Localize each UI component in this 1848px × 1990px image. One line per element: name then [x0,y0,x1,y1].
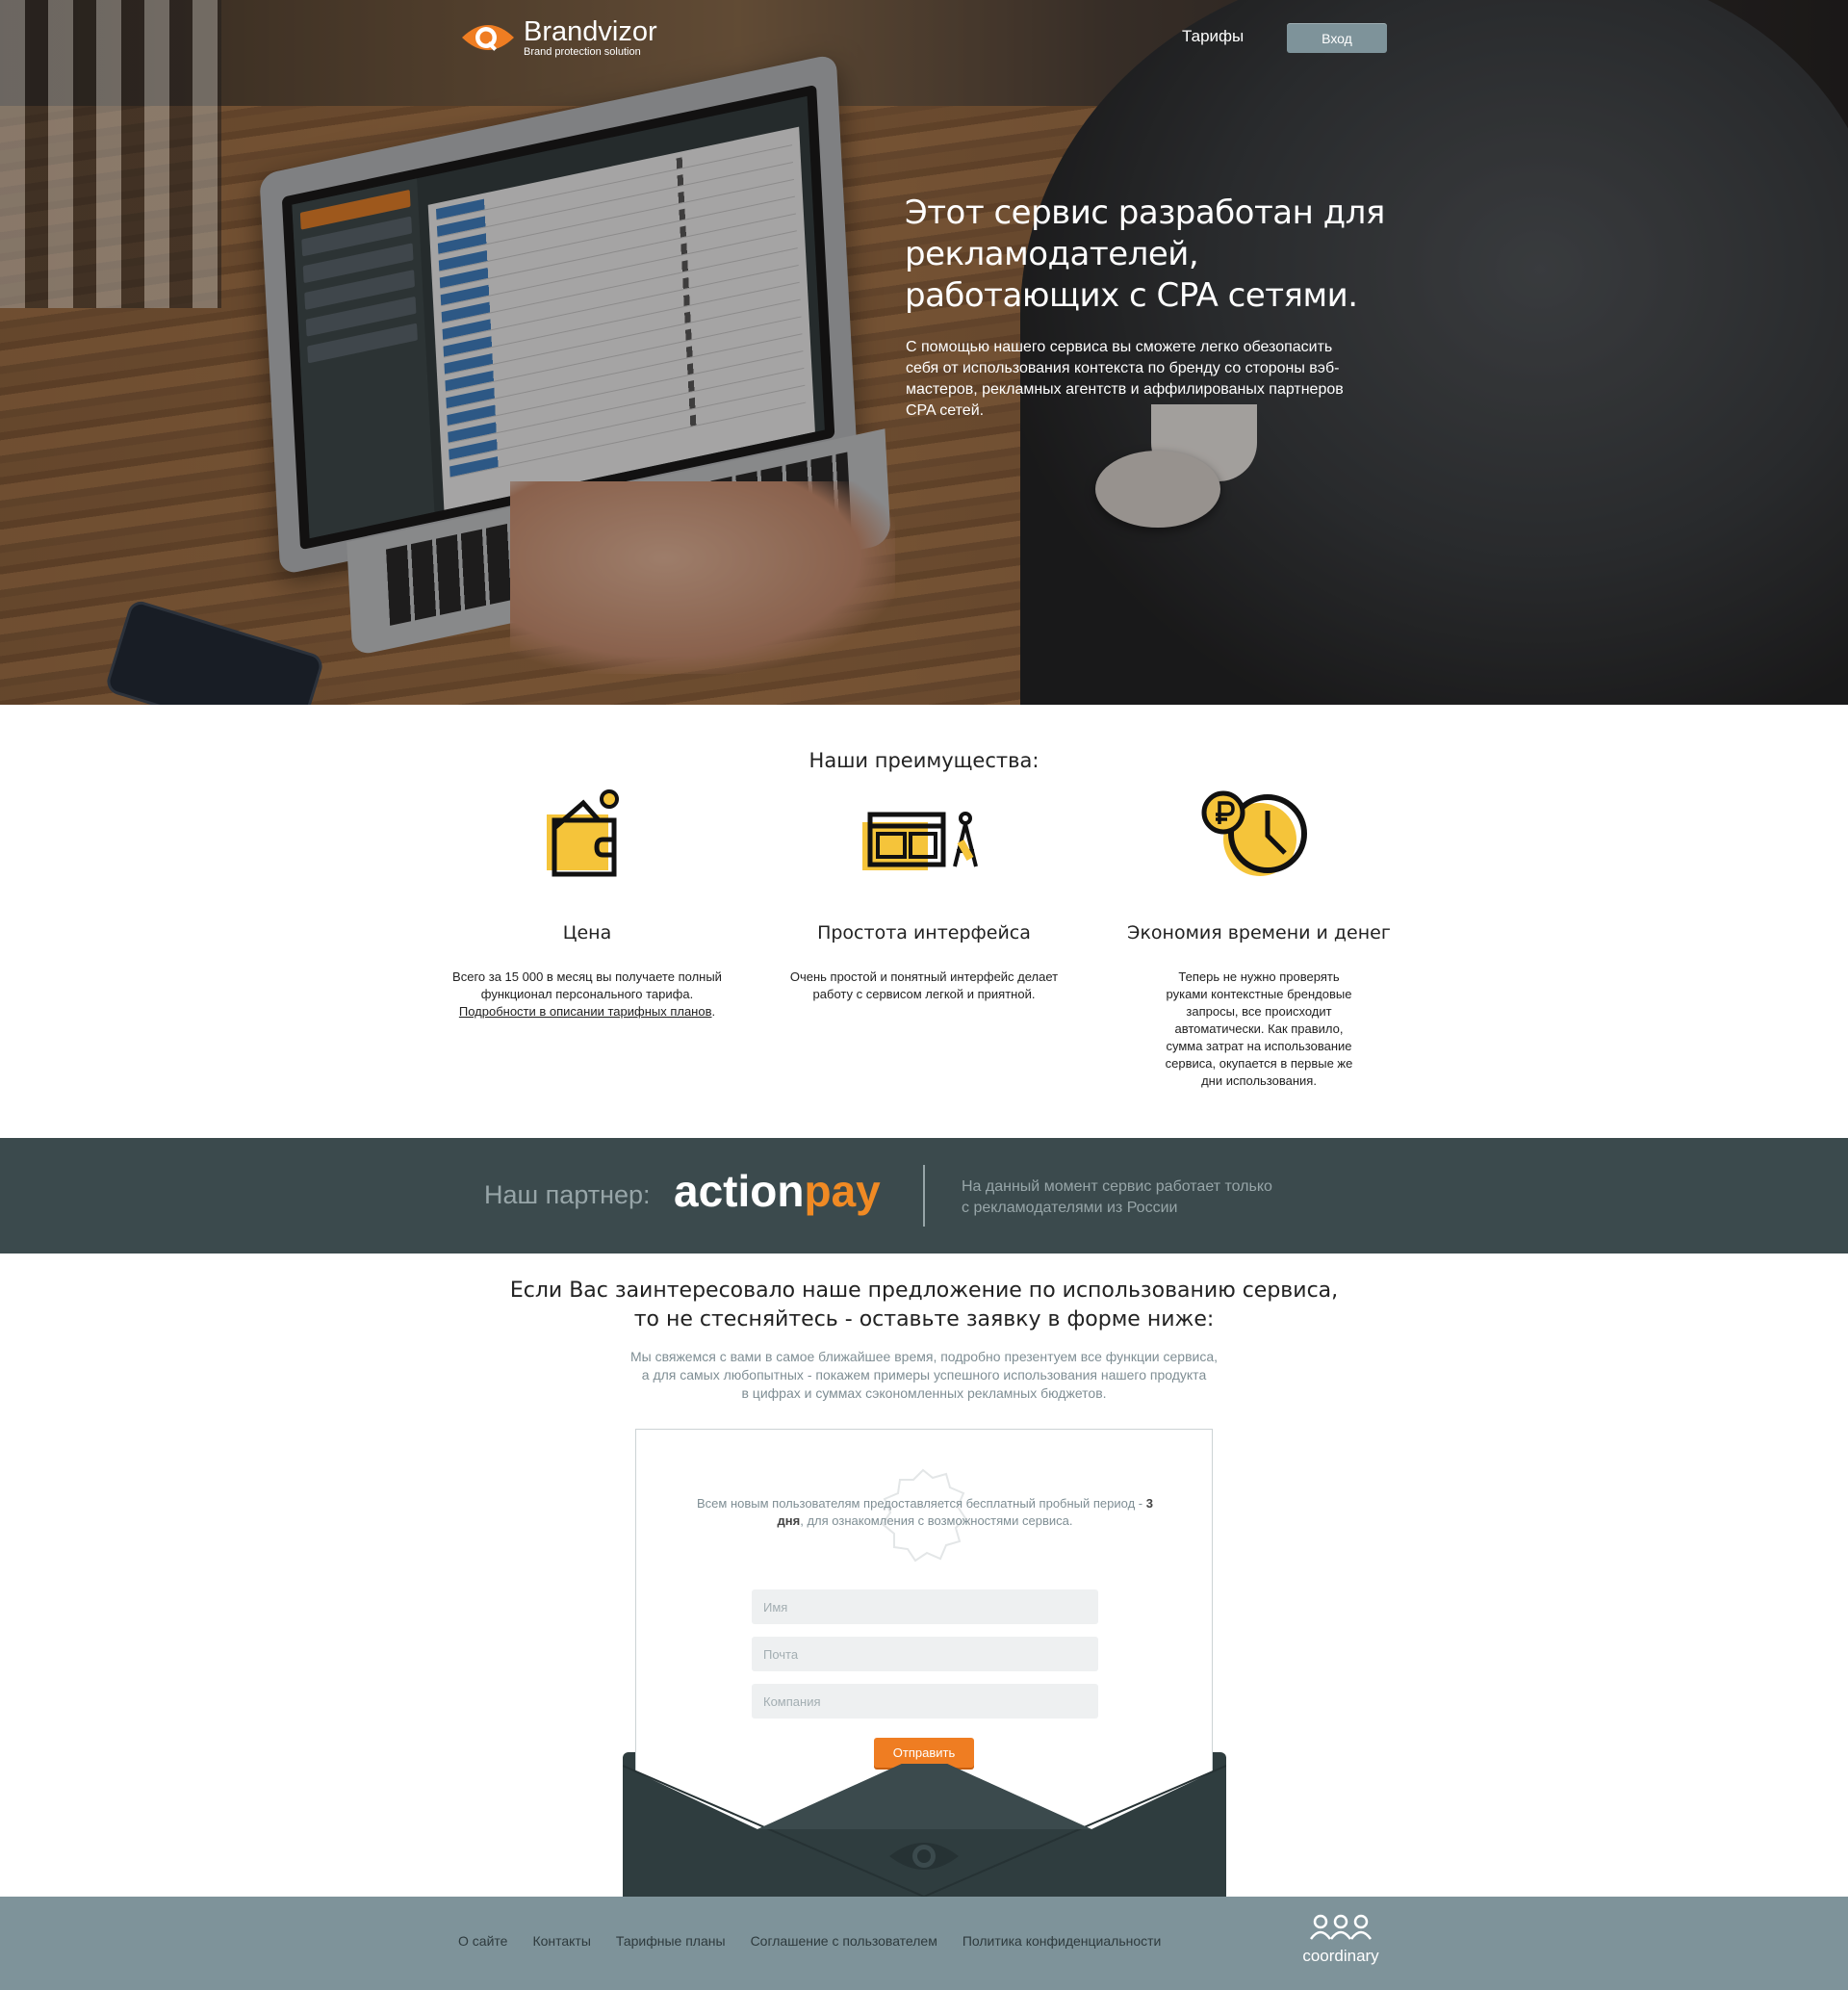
advantage-price-title: Цена [562,922,612,943]
advantage-economy-title: Экономия времени и денег [1127,922,1391,943]
partner-divider [923,1165,925,1227]
hero-section: Brandvizor Brand protection solution Тар… [0,0,1848,705]
name-input[interactable] [752,1589,1098,1624]
time-money-icon [1201,790,1307,876]
footer-link-contacts[interactable]: Контакты [532,1933,590,1949]
partner-strip: Наш партнер: actionpay На данный момент … [0,1138,1848,1253]
advantage-price-text: Всего за 15 000 в месяц вы получаете пол… [452,969,722,1019]
footer-link-about[interactable]: О сайте [458,1933,507,1949]
advantage-interface-text: Очень простой и понятный интерфейс делае… [789,969,1059,1001]
top-navigation: Brandvizor Brand protection solution Тар… [0,0,1848,77]
brand-tagline: Brand protection solution [524,46,641,58]
wallet-icon [547,789,619,877]
hero-description: С помощью нашего сервиса вы сможете легк… [906,339,1344,419]
advantage-economy-text: Теперь не нужно проверять руками контекс… [1165,969,1353,1088]
eye-logo-icon [462,25,514,51]
footer: О сайте Контакты Тарифные планы Соглашен… [0,1897,1848,1990]
actionpay-logo[interactable]: actionpay [674,1165,881,1217]
footer-link-tariffs[interactable]: Тарифные планы [616,1933,726,1949]
footer-nav: О сайте Контакты Тарифные планы Соглашен… [458,1933,1161,1949]
email-input[interactable] [752,1637,1098,1671]
interface-icon [862,812,978,870]
advantage-interface: Простота интерфейса Очень простой и поня… [789,782,1059,1003]
brand-name: Brandvizor [524,16,657,47]
footer-link-privacy[interactable]: Политика конфиденциальности [962,1933,1162,1949]
nav-link-tariffs[interactable]: Тарифы [1182,27,1244,46]
cta-subtitle: Мы свяжемся с вами в самое ближайшее вре… [629,1349,1219,1401]
coordinary-name: coordinary [1302,1947,1379,1965]
advantage-economy: Экономия времени и денег Теперь не нужно… [1124,782,1394,1090]
hero-title: Этот сервис разработан для рекламодателе… [905,194,1385,315]
trial-info-text: Всем новым пользователям предоставляется… [697,1496,1153,1528]
cta-title: Если Вас заинтересовало наше предложение… [509,1279,1339,1331]
people-icon [1309,1914,1373,1940]
advantage-price: Цена Всего за 15 000 в месяц вы получает… [452,782,722,1021]
brand-logo[interactable]: Brandvizor Brand protection solution [460,17,657,58]
footer-link-agreement[interactable]: Соглашение с пользователем [751,1933,937,1949]
company-input[interactable] [752,1684,1098,1719]
partner-label: Наш партнер: [484,1180,651,1209]
partner-note: На данный момент сервис работает только … [962,1178,1272,1216]
envelope-front [623,1764,1226,1897]
advantage-interface-title: Простота интерфейса [817,922,1031,943]
login-button[interactable]: Вход [1287,23,1387,53]
advantages-title: Наши преимущества: [808,749,1040,772]
coordinary-logo[interactable]: coordinary [1293,1914,1389,1966]
tariffs-details-link[interactable]: Подробности в описании тарифных планов [459,1004,712,1019]
